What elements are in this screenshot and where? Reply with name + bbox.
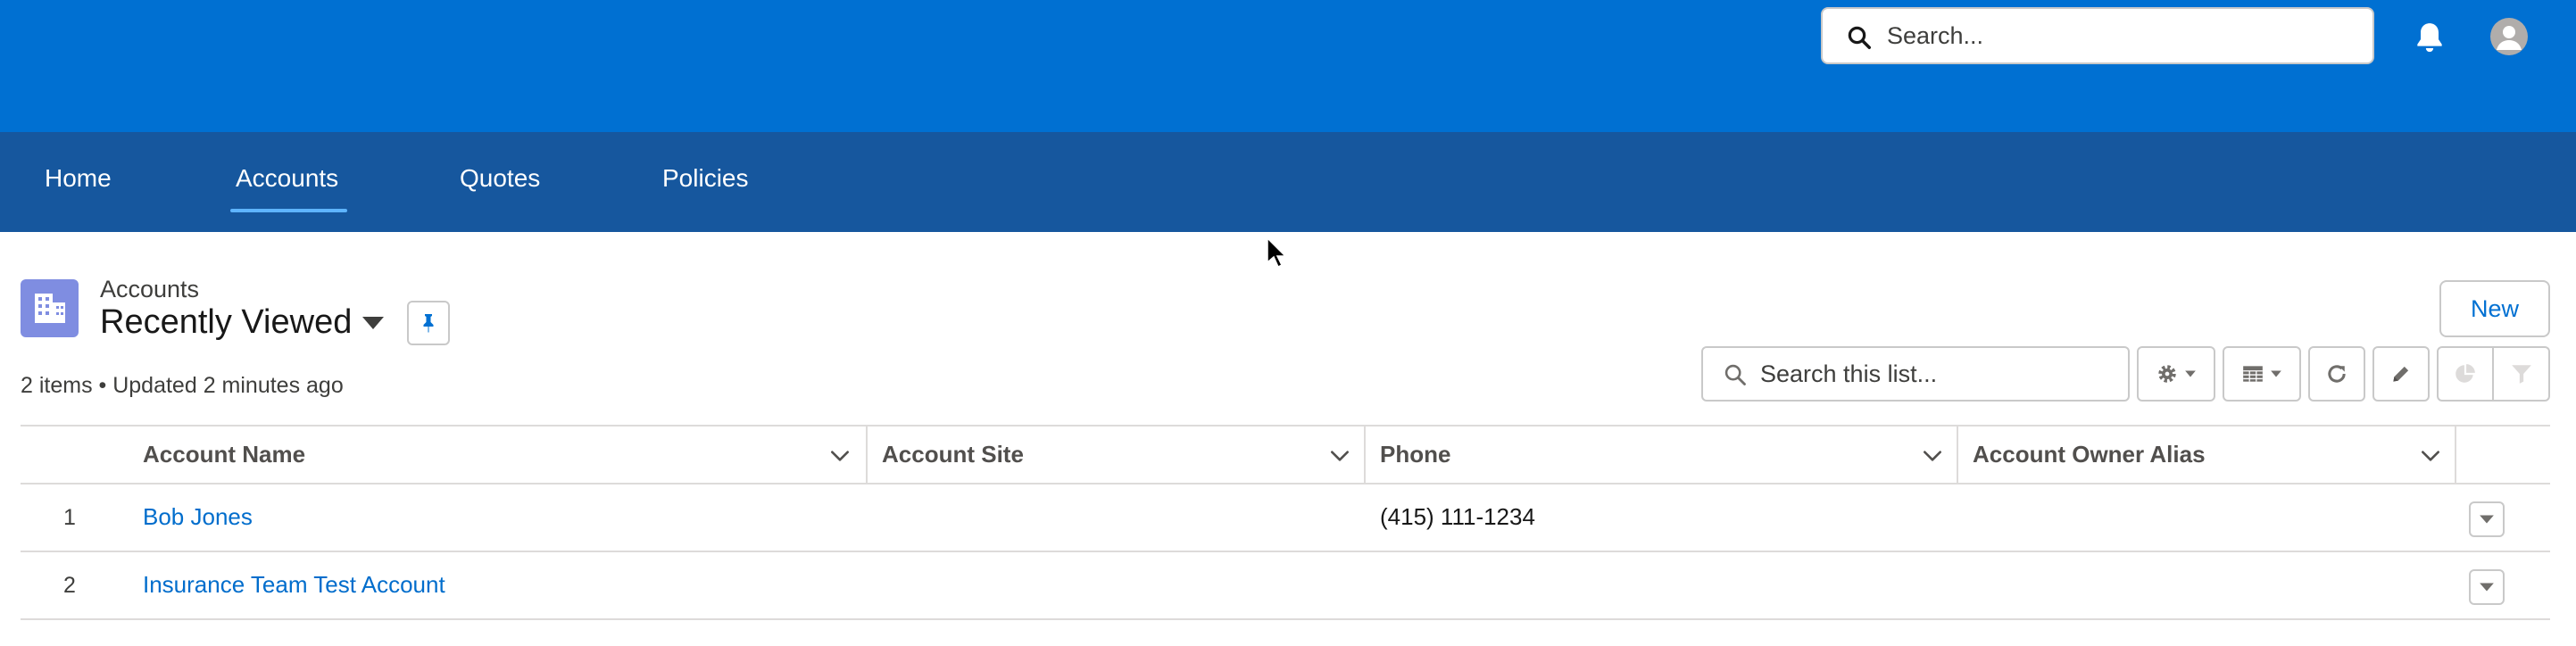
chevron-down-icon[interactable] xyxy=(1328,444,1351,468)
row-divider xyxy=(21,551,2550,552)
row-actions-button[interactable] xyxy=(2469,569,2505,605)
app-nav-bar: Home Accounts Quotes Policies xyxy=(0,132,2576,232)
global-header xyxy=(0,0,2576,132)
charts-button[interactable] xyxy=(2437,346,2494,402)
column-header-account-owner-alias[interactable]: Account Owner Alias xyxy=(1973,427,2206,483)
column-header-account-site[interactable]: Account Site xyxy=(882,427,1024,483)
table-icon xyxy=(2243,366,2263,382)
edit-list-button[interactable] xyxy=(2372,346,2430,402)
column-divider xyxy=(2455,427,2456,483)
phone-cell: (415) 111-1234 xyxy=(1380,503,1535,530)
caret-down-icon xyxy=(2480,515,2494,524)
bell-icon[interactable] xyxy=(2412,20,2447,55)
accounts-object-icon xyxy=(21,279,79,337)
list-meta-info: 2 items • Updated 2 minutes ago xyxy=(21,373,344,398)
gear-icon xyxy=(2158,365,2176,383)
search-icon xyxy=(1848,26,1871,49)
list-settings-button[interactable] xyxy=(2137,346,2215,402)
filters-button[interactable] xyxy=(2492,346,2550,402)
column-header-phone[interactable]: Phone xyxy=(1380,427,1450,483)
nav-item-home[interactable]: Home xyxy=(45,132,112,232)
object-label: Accounts xyxy=(100,276,200,302)
account-name-link[interactable]: Insurance Team Test Account xyxy=(143,571,445,599)
chevron-down-icon[interactable] xyxy=(828,444,852,468)
list-view-title[interactable]: Recently Viewed xyxy=(100,303,352,342)
user-avatar-icon xyxy=(2497,26,2522,50)
column-header-account-name[interactable]: Account Name xyxy=(143,427,305,483)
global-search-input[interactable] xyxy=(1887,16,2360,55)
global-search-box[interactable] xyxy=(1821,7,2374,64)
pie-chart-icon xyxy=(2456,364,2475,383)
filter-icon xyxy=(2511,365,2531,384)
row-divider xyxy=(21,618,2550,620)
caret-down-icon xyxy=(2480,583,2494,592)
nav-item-accounts[interactable]: Accounts xyxy=(229,132,348,232)
caret-down-icon xyxy=(2185,370,2196,377)
caret-down-icon[interactable] xyxy=(361,314,386,332)
nav-item-policies[interactable]: Policies xyxy=(662,132,748,232)
mouse-cursor-icon xyxy=(1267,236,1287,269)
column-divider xyxy=(866,427,868,483)
new-button[interactable]: New xyxy=(2439,280,2550,337)
column-divider xyxy=(1364,427,1366,483)
table-header-border xyxy=(21,483,2550,484)
list-search-input[interactable] xyxy=(1760,355,2117,393)
row-actions-button[interactable] xyxy=(2469,501,2505,537)
pencil-icon xyxy=(2393,366,2409,382)
caret-down-icon xyxy=(2271,370,2281,377)
display-as-button[interactable] xyxy=(2223,346,2301,402)
row-number: 1 xyxy=(63,505,76,530)
row-number: 2 xyxy=(63,573,76,598)
column-divider xyxy=(1957,427,1958,483)
building-icon xyxy=(35,294,65,323)
account-name-link[interactable]: Bob Jones xyxy=(143,503,253,531)
search-icon xyxy=(1724,364,1746,385)
nav-item-quotes[interactable]: Quotes xyxy=(460,132,540,232)
user-avatar[interactable] xyxy=(2490,18,2528,55)
pin-icon xyxy=(423,314,434,333)
refresh-button[interactable] xyxy=(2308,346,2365,402)
chevron-down-icon[interactable] xyxy=(1921,444,1944,468)
list-search-box[interactable] xyxy=(1701,346,2130,402)
pin-list-view-button[interactable] xyxy=(407,301,450,345)
refresh-icon xyxy=(2328,365,2346,383)
chevron-down-icon[interactable] xyxy=(2419,444,2442,468)
